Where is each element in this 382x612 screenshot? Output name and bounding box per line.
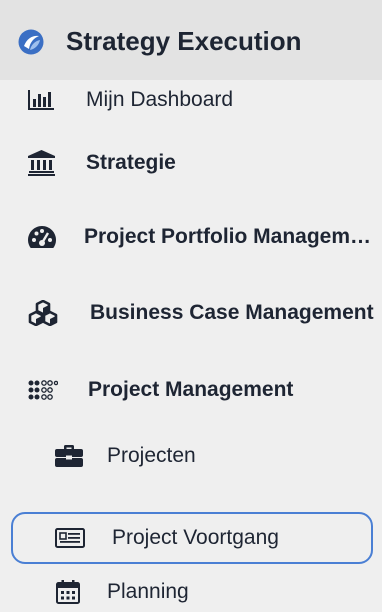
sidebar-nav: Mijn Dashboard Strategie Project Portfol…: [0, 80, 382, 604]
nav-item-label: Projecten: [107, 444, 196, 467]
sidebar-header: Strategy Execution: [0, 0, 382, 80]
dashboard-gauge-icon: [28, 226, 56, 248]
app-logo-icon: [18, 29, 44, 55]
nav-item-project-management[interactable]: Project Management: [0, 370, 382, 410]
newspaper-icon: [55, 528, 85, 548]
nav-item-label: Mijn Dashboard: [86, 88, 234, 111]
calendar-icon: [56, 580, 80, 604]
nav-item-mijn-dashboard[interactable]: Mijn Dashboard: [0, 80, 382, 120]
nav-item-projecten[interactable]: Projecten: [0, 436, 382, 476]
nav-item-strategie[interactable]: Strategie: [0, 143, 382, 183]
cubes-icon: [28, 300, 58, 326]
institution-icon: [28, 150, 55, 176]
app-title: Strategy Execution: [66, 26, 302, 56]
briefcase-icon: [55, 445, 83, 467]
nav-item-label: Project Portfolio Managem…: [84, 225, 372, 248]
nav-item-business-case-management[interactable]: Business Case Management: [0, 293, 382, 333]
bar-chart-icon: [28, 90, 54, 110]
nav-item-label: Planning: [107, 580, 189, 603]
nav-item-label: Strategie: [86, 151, 176, 174]
nav-item-label: Business Case Management: [90, 301, 374, 324]
nav-item-project-portfolio-management[interactable]: Project Portfolio Managem…: [0, 217, 382, 257]
nav-item-planning[interactable]: Planning: [0, 572, 382, 612]
nav-item-label: Project Voortgang: [112, 526, 279, 549]
dots-grid-icon: [28, 380, 58, 400]
nav-item-label: Project Management: [88, 378, 294, 401]
nav-item-project-voortgang[interactable]: Project Voortgang: [0, 518, 382, 558]
